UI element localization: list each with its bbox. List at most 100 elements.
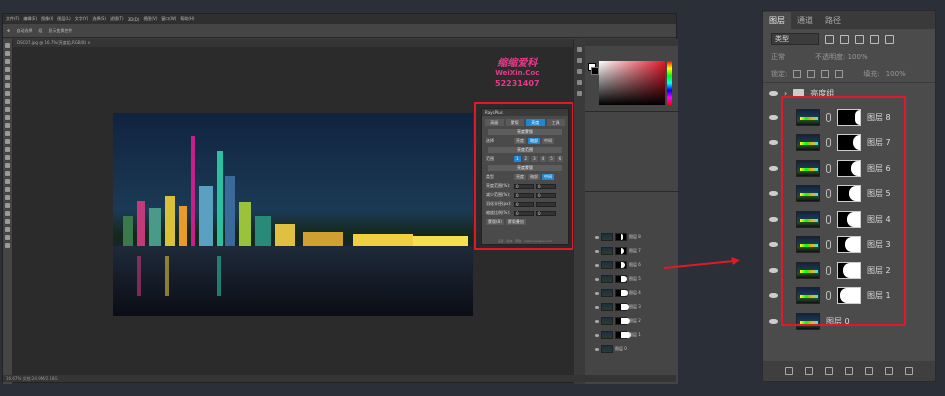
visibility-eye-icon[interactable] <box>595 319 599 323</box>
tool-icon[interactable] <box>5 227 10 232</box>
tool-icon[interactable] <box>5 139 10 144</box>
lock-pixels-icon[interactable] <box>807 69 816 78</box>
adjustments-icon[interactable] <box>577 69 582 74</box>
menu-item[interactable]: 图像(I) <box>41 16 53 22</box>
tool-icon[interactable] <box>5 91 10 96</box>
tool-icon[interactable] <box>5 147 10 152</box>
new-group-icon[interactable] <box>865 367 873 375</box>
tool-icon[interactable] <box>5 195 10 200</box>
mini-layer-row[interactable]: 图层 6 <box>595 260 655 270</box>
tool-icon[interactable] <box>5 235 10 240</box>
tool-icon[interactable] <box>5 43 10 48</box>
add-mask-icon[interactable] <box>825 367 833 375</box>
tool-icon[interactable] <box>5 115 10 120</box>
visibility-eye-icon[interactable] <box>595 347 599 351</box>
tool-icon[interactable] <box>5 51 10 56</box>
mini-layer-row[interactable]: 图层 7 <box>595 246 655 256</box>
visibility-eye-icon[interactable] <box>769 318 778 324</box>
plugin-field-input[interactable]: 0 <box>514 210 534 216</box>
mini-layer-row[interactable]: 图层 2 <box>595 316 655 326</box>
visibility-eye-icon[interactable] <box>595 291 599 295</box>
lock-transparent-icon[interactable] <box>793 69 802 78</box>
plugin-mask-button[interactable]: 蒙版(B) <box>486 219 504 225</box>
plugin-field-input[interactable]: 0 <box>514 201 534 207</box>
visibility-eye-icon[interactable] <box>769 293 778 298</box>
visibility-eye-icon[interactable] <box>769 90 778 96</box>
menu-item[interactable]: 3D(D) <box>128 17 140 22</box>
plugin-field-input[interactable]: 0 <box>514 183 534 189</box>
layer-mask-thumbnail[interactable] <box>615 261 627 269</box>
plugin-option-button[interactable]: 6 <box>556 156 564 162</box>
mini-layer-row[interactable]: 图层 4 <box>595 288 655 298</box>
plugin-tab[interactable]: 高级 <box>485 119 504 126</box>
tool-icon[interactable] <box>5 203 10 208</box>
shape-filter-icon[interactable] <box>870 34 879 44</box>
panel-tab[interactable]: 通道 <box>791 12 819 29</box>
menu-item[interactable]: 文字(Y) <box>75 16 89 22</box>
visibility-eye-icon[interactable] <box>769 267 778 273</box>
link-layers-icon[interactable] <box>785 367 793 375</box>
trash-icon[interactable] <box>905 367 913 375</box>
plugin-overlay-button[interactable]: 蒙版叠加 <box>505 219 526 225</box>
menu-item[interactable]: 窗口(W) <box>161 16 176 22</box>
visibility-eye-icon[interactable] <box>595 235 599 239</box>
type-filter-icon[interactable] <box>855 34 864 44</box>
tool-icon[interactable] <box>5 107 10 112</box>
plugin-field-input[interactable]: 0 <box>536 210 556 216</box>
tool-icon[interactable] <box>5 211 10 216</box>
plugin-option-button[interactable]: 暗部 <box>528 138 540 144</box>
plugin-option-button[interactable]: 2 <box>522 156 530 162</box>
smart-object-filter-icon[interactable] <box>885 34 894 44</box>
visibility-eye-icon[interactable] <box>769 191 778 196</box>
pixel-filter-icon[interactable] <box>825 34 834 44</box>
visibility-eye-icon[interactable] <box>769 242 778 247</box>
tool-icon[interactable] <box>5 187 10 192</box>
menu-item[interactable]: 文件(F) <box>6 16 19 22</box>
visibility-eye-icon[interactable] <box>595 277 599 281</box>
tool-icon[interactable] <box>5 123 10 128</box>
plugin-field-input[interactable]: 0 <box>536 192 556 198</box>
plugin-option-button[interactable]: 4 <box>539 156 547 162</box>
visibility-eye-icon[interactable] <box>769 216 778 222</box>
plugin-field-input[interactable]: 0 <box>514 192 534 198</box>
menu-item[interactable]: 视图(V) <box>143 16 157 22</box>
adjustment-filter-icon[interactable] <box>840 34 849 44</box>
mini-layer-row[interactable]: 图层 1 <box>595 330 655 340</box>
opacity-field[interactable]: 100% <box>848 53 868 61</box>
menu-item[interactable]: 图层(L) <box>57 16 70 22</box>
plugin-tab[interactable]: 蒙版 <box>505 119 524 126</box>
plugin-option-button[interactable]: 3 <box>531 156 538 162</box>
visibility-eye-icon[interactable] <box>769 165 778 171</box>
mini-layer-row[interactable]: 图层 0 <box>595 344 655 354</box>
layer-mask-thumbnail[interactable] <box>615 247 627 255</box>
fx-icon[interactable] <box>805 367 813 375</box>
visibility-eye-icon[interactable] <box>595 333 599 337</box>
plugin-tab[interactable]: 工具 <box>546 119 565 126</box>
layer-group-select[interactable]: 组 <box>38 28 42 34</box>
panel-tab[interactable]: 路径 <box>819 12 847 29</box>
character-icon[interactable] <box>577 91 582 96</box>
mini-layer-row[interactable]: 图层 8 <box>595 232 655 242</box>
plugin-tab[interactable]: 亮度 <box>526 119 545 126</box>
menu-item[interactable]: 滤镜(T) <box>110 16 124 22</box>
tool-icon[interactable] <box>5 171 10 176</box>
new-layer-icon[interactable] <box>885 367 893 375</box>
paragraph-icon[interactable] <box>577 80 582 85</box>
fill-field[interactable]: 100% <box>886 70 906 78</box>
tool-icon[interactable] <box>5 99 10 104</box>
tool-icon[interactable] <box>5 131 10 136</box>
tool-icon[interactable] <box>5 67 10 72</box>
document-tab[interactable]: DSC07.jpg @ 16.7%(亮度组,RGB/8) × <box>13 39 573 47</box>
auto-select-checkbox[interactable]: 自动选择 <box>16 28 32 34</box>
hue-slider[interactable] <box>667 61 672 105</box>
panel-tab[interactable]: 图层 <box>763 12 791 29</box>
move-tool-icon[interactable]: ✥ <box>7 28 10 33</box>
plugin-option-button[interactable]: 5 <box>548 156 555 162</box>
lock-all-icon[interactable] <box>835 69 844 78</box>
lock-position-icon[interactable] <box>821 69 830 78</box>
layer-mask-thumbnail[interactable] <box>615 289 628 297</box>
plugin-option-button[interactable]: 中间 <box>542 138 554 144</box>
tool-icon[interactable] <box>5 219 10 224</box>
layer-mask-thumbnail[interactable] <box>615 303 629 311</box>
tool-icon[interactable] <box>5 155 10 160</box>
